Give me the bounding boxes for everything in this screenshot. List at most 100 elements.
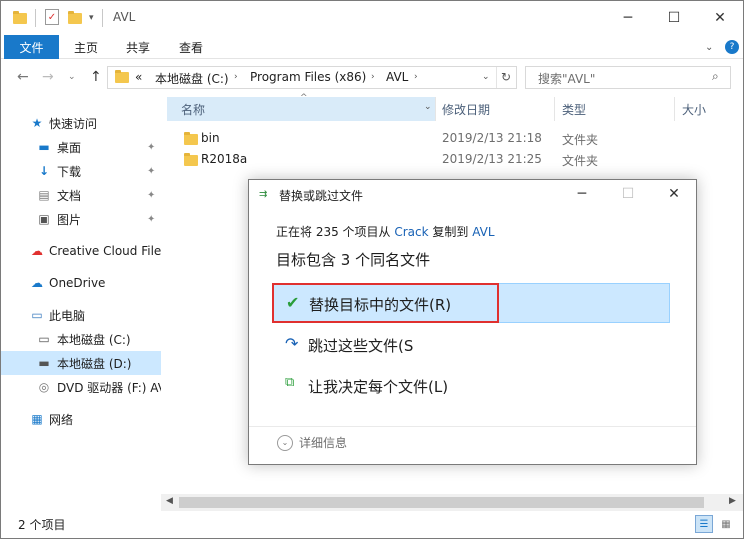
horizontal-scrollbar[interactable]: ◀ ▶	[161, 494, 743, 511]
copy-status-prefix: 正在将 235 个项目从	[276, 225, 395, 239]
back-arrow-icon[interactable]: ←	[17, 69, 29, 85]
breadcrumb-drive-c[interactable]: 本地磁盘 (C:)	[155, 70, 229, 87]
more-details-button[interactable]: ⌄ 详细信息	[277, 434, 347, 451]
conflict-heading: 目标包含 3 个同名文件	[276, 251, 431, 269]
customize-toolbar-icon[interactable]: ▾	[89, 9, 94, 27]
status-bar: 2 个项目 ☰ ▦	[1, 511, 743, 538]
column-dropdown-icon[interactable]: ⌄	[424, 102, 432, 112]
search-input[interactable]: 搜索"AVL"	[538, 70, 595, 87]
decide-each-file-option[interactable]: ⧉ 让我决定每个文件(L)	[272, 366, 670, 406]
sidebar-item-dvd[interactable]: ◎ DVD 驱动器 (F:) AVL	[1, 375, 161, 399]
file-row[interactable]: bin 2019/2/13 21:18 文件夹	[171, 128, 731, 150]
search-icon[interactable]: ⌕	[712, 69, 719, 84]
dialog-close-button[interactable]: ✕	[651, 180, 697, 208]
sidebar-item-documents[interactable]: ▤ 文档 ✦	[1, 183, 161, 207]
window-title: AVL	[113, 10, 136, 24]
sidebar-item-onedrive[interactable]: ☁ OneDrive	[1, 271, 161, 295]
dialog-maximize-button: ☐	[621, 186, 635, 202]
drive-d-icon: ▬	[38, 356, 50, 370]
breadcrumb-program-files[interactable]: Program Files (x86)	[250, 70, 366, 84]
column-header-name[interactable]: 名称	[181, 97, 205, 121]
column-divider[interactable]	[554, 97, 555, 121]
file-name: bin	[201, 131, 220, 145]
file-date: 2019/2/13 21:18	[442, 131, 542, 145]
pin-icon[interactable]: ✦	[147, 214, 155, 225]
copy-status: 正在将 235 个项目从 Crack 复制到 AVL	[276, 223, 495, 240]
sidebar-item-label: 图片	[57, 212, 82, 227]
star-icon: ★	[31, 116, 43, 130]
scroll-left-icon[interactable]: ◀	[166, 496, 173, 506]
sidebar-item-downloads[interactable]: ↓ 下载 ✦	[1, 159, 161, 183]
properties-icon[interactable]: ✓	[45, 9, 59, 25]
copy-files-icon: ⇉	[259, 189, 268, 200]
chevron-right-icon[interactable]: ›	[414, 72, 418, 82]
sidebar-item-label: 下载	[57, 164, 82, 179]
dvd-icon: ◎	[38, 380, 50, 394]
column-header-type[interactable]: 类型	[562, 97, 586, 121]
skip-files-option[interactable]: ↷ 跳过这些文件(S)	[272, 325, 670, 365]
scrollbar-thumb[interactable]	[179, 497, 704, 508]
dialog-title: 替换或跳过文件	[279, 189, 364, 203]
explorer-window: ✓ ▾ AVL ─ ☐ ✕ 文件 主页 共享 查看 ⌄ ? ← → ⌄ ↑ « …	[0, 0, 744, 539]
sidebar-item-quick-access[interactable]: ★ 快速访问	[1, 111, 161, 135]
tab-view[interactable]: 查看	[179, 35, 203, 59]
file-type: 文件夹	[562, 133, 599, 147]
destination-folder-link[interactable]: AVL	[472, 225, 494, 239]
sidebar-item-creative-cloud[interactable]: ☁ Creative Cloud Files	[1, 239, 161, 263]
column-header-date[interactable]: 修改日期	[442, 97, 490, 121]
breadcrumb-overflow[interactable]: «	[135, 70, 142, 84]
refresh-icon[interactable]: ↻	[501, 70, 511, 84]
folder-icon[interactable]	[13, 9, 27, 27]
chevron-down-icon[interactable]: ⌄	[482, 72, 490, 82]
tab-share[interactable]: 共享	[126, 35, 150, 59]
sidebar-item-drive-c[interactable]: ▭ 本地磁盘 (C:)	[1, 327, 161, 351]
sidebar-item-label: 网络	[49, 412, 74, 427]
folder-icon	[184, 132, 198, 145]
column-divider[interactable]	[435, 97, 436, 121]
navigation-pane: ★ 快速访问 ▬ 桌面 ✦ ↓ 下载 ✦ ▤ 文档 ✦ ▣ 图片 ✦ ☁ Cre…	[1, 97, 161, 509]
search-box[interactable]: 搜索"AVL" ⌕	[525, 66, 731, 89]
minimize-button[interactable]: ─	[605, 1, 651, 35]
chevron-right-icon[interactable]: ›	[234, 72, 238, 82]
up-arrow-icon[interactable]: ↑	[90, 69, 102, 85]
breadcrumb-avl[interactable]: AVL	[386, 70, 408, 84]
address-bar[interactable]: « 本地磁盘 (C:) › Program Files (x86) › AVL …	[107, 66, 517, 89]
chevron-down-icon: ⌄	[277, 434, 293, 451]
drive-c-icon: ▭	[38, 332, 50, 346]
separator	[102, 9, 103, 27]
download-icon: ↓	[38, 164, 50, 178]
tab-file[interactable]: 文件	[4, 35, 59, 59]
chevron-right-icon[interactable]: ›	[371, 72, 375, 82]
large-icons-view-icon[interactable]: ▦	[717, 515, 735, 533]
file-row[interactable]: R2018a 2019/2/13 21:25 文件夹	[171, 149, 731, 171]
column-divider[interactable]	[674, 97, 675, 121]
pin-icon[interactable]: ✦	[147, 142, 155, 153]
column-header-size[interactable]: 大小	[682, 97, 706, 121]
pin-icon[interactable]: ✦	[147, 166, 155, 177]
forward-arrow-icon[interactable]: →	[42, 69, 54, 85]
dialog-minimize-button[interactable]: ─	[559, 180, 605, 208]
sidebar-item-pictures[interactable]: ▣ 图片 ✦	[1, 207, 161, 231]
details-view-icon[interactable]: ☰	[695, 515, 713, 533]
maximize-button[interactable]: ☐	[651, 1, 697, 35]
sidebar-item-drive-d[interactable]: ▬ 本地磁盘 (D:)	[1, 351, 161, 375]
scroll-right-icon[interactable]: ▶	[729, 496, 736, 506]
desktop-icon: ▬	[38, 140, 50, 154]
chevron-down-icon[interactable]: ⌄	[705, 35, 713, 59]
sidebar-item-label: 本地磁盘 (C:)	[57, 332, 131, 347]
pin-icon[interactable]: ✦	[147, 190, 155, 201]
recent-chevron-icon[interactable]: ⌄	[68, 72, 76, 82]
sidebar-item-desktop[interactable]: ▬ 桌面 ✦	[1, 135, 161, 159]
onedrive-icon: ☁	[31, 276, 43, 290]
tab-home[interactable]: 主页	[74, 35, 98, 59]
sidebar-item-this-pc[interactable]: ▭ 此电脑	[1, 303, 161, 327]
help-icon[interactable]: ?	[725, 40, 739, 54]
new-folder-icon[interactable]	[68, 9, 82, 27]
sidebar-item-network[interactable]: ▦ 网络	[1, 407, 161, 431]
creative-cloud-icon: ☁	[31, 244, 43, 258]
sidebar-item-label: 桌面	[57, 140, 82, 155]
sidebar-item-label: DVD 驱动器 (F:) AVL	[57, 380, 161, 395]
close-button[interactable]: ✕	[697, 1, 743, 35]
source-folder-link[interactable]: Crack	[394, 225, 428, 239]
picture-icon: ▣	[38, 212, 50, 226]
